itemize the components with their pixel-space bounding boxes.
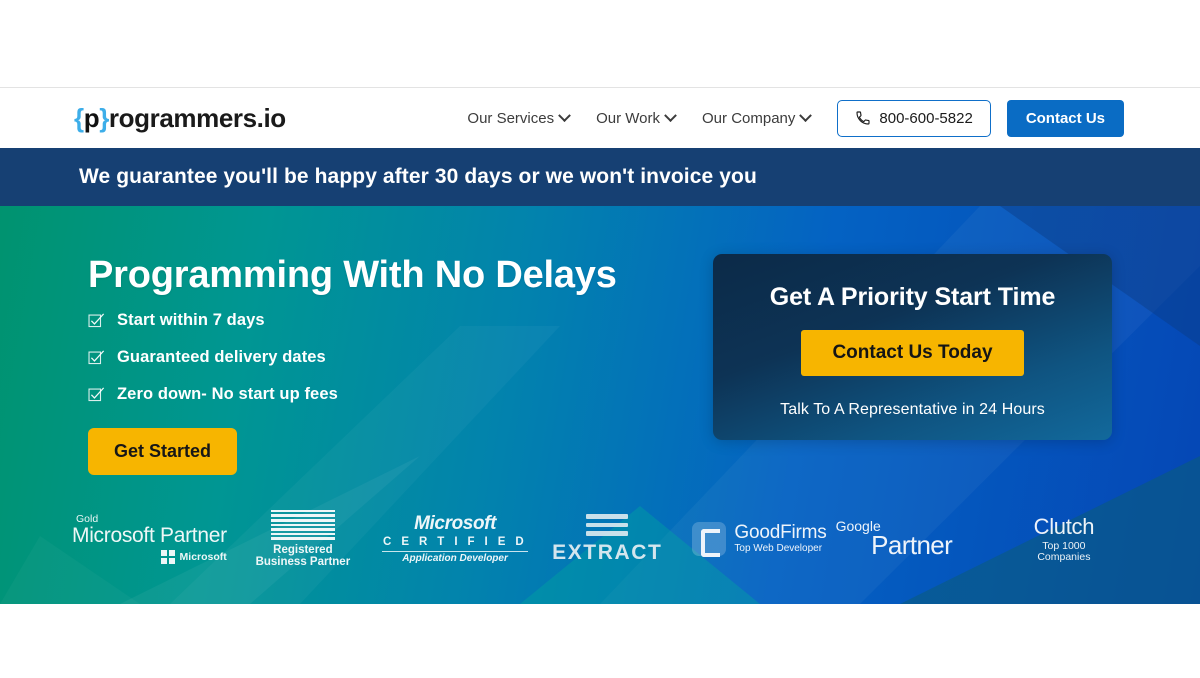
ibm-logo-icon <box>270 509 335 541</box>
checkbox-check-icon <box>88 387 105 402</box>
hero-bullet: Guaranteed delivery dates <box>88 348 338 367</box>
extract-wordmark: EXTRACT <box>552 540 663 564</box>
logo-clutch: Clutch Top 1000 Companies <box>988 515 1140 562</box>
checkbox-check-icon <box>88 350 105 365</box>
nav-item-our-work[interactable]: Our Work <box>596 108 677 127</box>
contact-us-button[interactable]: Contact Us <box>1006 99 1124 137</box>
msc-divider <box>382 550 529 552</box>
logo-google-partner: Google Partner <box>836 519 988 559</box>
nav-label: Our Services <box>467 109 555 127</box>
logo-p: p <box>83 102 100 133</box>
nav-item-our-services[interactable]: Our Services <box>467 108 571 127</box>
hero-bullet: Start within 7 days <box>88 311 338 330</box>
priority-card-title: Get A Priority Start Time <box>769 283 1056 311</box>
contact-us-today-button[interactable]: Contact Us Today <box>801 330 1024 376</box>
logo-goodfirms: GoodFirms Top Web Developer <box>683 522 835 557</box>
phone-icon <box>856 111 870 125</box>
checkbox-check-icon <box>88 313 105 328</box>
hero-bullet-label: Zero down- No start up fees <box>117 385 338 403</box>
logo-brace-open: { <box>74 102 84 133</box>
nav-label: Our Work <box>596 109 661 127</box>
logo-microsoft-certified: Microsoft C E R T I F I E D Application … <box>379 512 531 565</box>
msc-role: Application Developer <box>402 552 508 564</box>
nav-item-our-company[interactable]: Our Company <box>702 108 813 127</box>
hero-bullet: Zero down- No start up fees <box>88 385 338 404</box>
logo-ibm-partner: Registered Business Partner <box>227 509 379 569</box>
phone-number: 800-600-5822 <box>879 109 973 127</box>
microsoft-squares-icon <box>161 550 175 564</box>
goodfirms-name: GoodFirms <box>734 522 827 544</box>
clutch-rank-line1: Top 1000 <box>1042 539 1086 552</box>
ibm-caption-line1: Registered <box>273 544 333 557</box>
guarantee-text: We guarantee you'll be happy after 30 da… <box>79 165 757 188</box>
extract-bars-icon <box>586 514 629 536</box>
goodfirms-tagline: Top Web Developer <box>734 543 823 555</box>
ibm-caption-line2: Business Partner <box>255 556 351 569</box>
hero-bullet-list: Start within 7 days Guaranteed delivery … <box>88 311 338 422</box>
hero-section: Programming With No Delays Start within … <box>0 206 1200 604</box>
priority-card-subtext: Talk To A Representative in 24 Hours <box>780 401 1045 418</box>
logo-extract: EXTRACT <box>531 514 683 564</box>
logo-microsoft-partner: Gold Microsoft Partner Microsoft <box>72 514 227 564</box>
top-strip <box>0 0 1200 88</box>
site-logo[interactable]: {p} rogrammers.io <box>74 103 286 134</box>
microsoft-brand-lockup: Microsoft <box>161 550 227 564</box>
nav-label: Our Company <box>702 109 796 127</box>
guarantee-banner: We guarantee you'll be happy after 30 da… <box>0 148 1200 206</box>
chevron-down-icon <box>799 108 813 122</box>
hero-bullet-label: Guaranteed delivery dates <box>117 348 326 366</box>
site-header: {p} rogrammers.io Our Services Our Work O… <box>0 88 1200 148</box>
logo-text: rogrammers.io <box>108 102 286 133</box>
hero-headline: Programming With No Delays <box>88 254 617 296</box>
clutch-wordmark: Clutch <box>1033 514 1095 540</box>
priority-start-card: Get A Priority Start Time Contact Us Tod… <box>713 254 1112 440</box>
goodfirms-lockup: GoodFirms Top Web Developer <box>692 522 827 557</box>
goodfirms-text: GoodFirms Top Web Developer <box>734 523 826 554</box>
page-root: {p} rogrammers.io Our Services Our Work O… <box>0 0 1200 678</box>
logo-brace-close: } <box>99 102 109 133</box>
hero-content: Programming With No Delays Start within … <box>0 206 1200 604</box>
google-partner-label: Partner <box>871 529 953 560</box>
phone-button[interactable]: 800-600-5822 <box>837 99 991 137</box>
hero-bullet-label: Start within 7 days <box>117 311 265 329</box>
microsoft-wordmark: Microsoft <box>179 550 227 563</box>
msc-brand: Microsoft <box>414 512 497 534</box>
main-navigation: Our Services Our Work Our Company 800-60… <box>467 99 1124 137</box>
clutch-rank-line2: Companies <box>1037 550 1091 563</box>
goodfirms-f-icon <box>692 522 727 557</box>
get-started-button[interactable]: Get Started <box>88 428 238 475</box>
chevron-down-icon <box>664 108 677 122</box>
ms-partner-name: Microsoft Partner <box>72 524 227 548</box>
chevron-down-icon <box>558 108 571 122</box>
partner-logo-band: Gold Microsoft Partner Microsoft Registe… <box>0 494 1200 584</box>
msc-certified-label: C E R T I F I E D <box>383 535 528 548</box>
